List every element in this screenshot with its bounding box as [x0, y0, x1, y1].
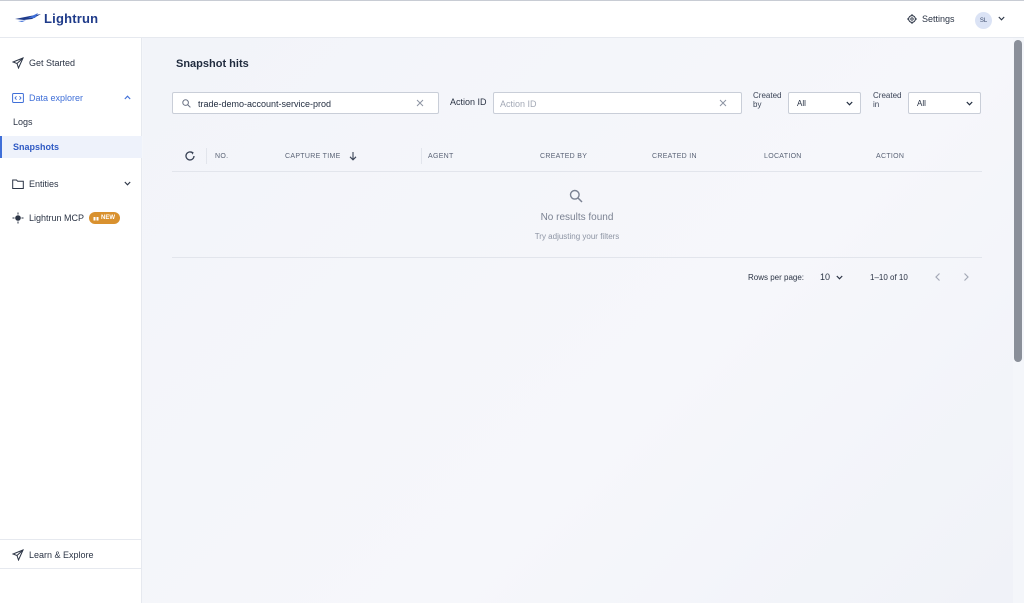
- action-id-placeholder: Action ID: [500, 99, 537, 109]
- mcp-icon: [12, 212, 24, 224]
- chevron-up-icon[interactable]: [124, 95, 131, 100]
- folder-icon: [12, 179, 24, 189]
- chevron-down-icon[interactable]: [836, 275, 843, 280]
- sidebar-item-label: Lightrun MCP: [29, 213, 85, 223]
- search-value: trade-demo-account-service-prod: [198, 99, 332, 109]
- chevron-right-icon[interactable]: [962, 272, 970, 282]
- page-title: Snapshot hits: [176, 58, 249, 70]
- chevron-down-icon[interactable]: [124, 181, 131, 186]
- top-bar: Lightrun Settings SL: [0, 0, 1024, 38]
- column-header-action[interactable]: ACTION: [876, 153, 904, 160]
- column-separator: [206, 148, 207, 164]
- avatar[interactable]: SL: [975, 12, 992, 29]
- column-header-created-in[interactable]: CREATED IN: [652, 153, 697, 160]
- action-id-label: Action ID: [450, 97, 487, 107]
- rocket-icon: [12, 549, 24, 561]
- created-in-select[interactable]: All: [908, 92, 981, 114]
- empty-state-title: No results found: [540, 212, 614, 223]
- arrow-down-icon[interactable]: [349, 151, 357, 161]
- search-icon: [182, 99, 191, 108]
- refresh-icon[interactable]: [184, 150, 196, 162]
- sidebar-item-get-started[interactable]: Get Started: [0, 52, 142, 74]
- sidebar: Get Started Data explorer Logs Snapshots…: [0, 38, 142, 603]
- chevron-down-icon[interactable]: [998, 16, 1005, 21]
- column-header-agent[interactable]: AGENT: [428, 153, 454, 160]
- lightrun-logo-icon: [15, 13, 41, 22]
- settings-button[interactable]: Settings: [907, 14, 955, 24]
- created-in-value: All: [917, 99, 926, 108]
- rocket-icon: [12, 57, 24, 69]
- empty-state-subtitle: Try adjusting your filters: [534, 232, 620, 241]
- sidebar-item-label: Get Started: [29, 58, 76, 68]
- column-separator: [421, 148, 422, 164]
- rows-per-page-label: Rows per page:: [748, 273, 805, 282]
- search-input[interactable]: trade-demo-account-service-prod: [172, 92, 439, 114]
- chevron-down-icon: [846, 101, 853, 106]
- chevron-left-icon[interactable]: [934, 272, 942, 282]
- gift-icon: [93, 215, 99, 221]
- created-by-value: All: [797, 99, 806, 108]
- brand-name: Lightrun: [44, 10, 99, 26]
- learn-explore-button[interactable]: Learn & Explore: [0, 539, 142, 569]
- column-header-capture-time[interactable]: CAPTURE TIME: [285, 153, 341, 160]
- scrollbar-thumb[interactable]: [1014, 40, 1022, 362]
- table-header: NO. CAPTURE TIME AGENT CREATED BY CREATE…: [172, 142, 982, 172]
- created-by-label: Created by: [753, 91, 782, 109]
- action-id-field[interactable]: Action ID: [493, 92, 742, 114]
- close-icon[interactable]: [416, 99, 424, 107]
- column-header-location[interactable]: LOCATION: [764, 153, 802, 160]
- empty-state: No results found Try adjusting your filt…: [172, 172, 982, 258]
- new-badge-label: NEW: [101, 215, 115, 221]
- search-icon: [569, 189, 583, 203]
- new-badge: NEW: [89, 212, 120, 224]
- sidebar-item-data-explorer[interactable]: Data explorer: [0, 87, 142, 109]
- sidebar-item-snapshots[interactable]: Snapshots: [0, 136, 142, 158]
- sidebar-item-label: Entities: [29, 179, 59, 189]
- created-in-label: Created in: [873, 91, 902, 109]
- sidebar-item-lightrun-mcp[interactable]: Lightrun MCP NEW: [0, 207, 142, 229]
- chevron-down-icon: [966, 101, 973, 106]
- sidebar-item-label: Data explorer: [29, 93, 84, 103]
- settings-label: Settings: [922, 14, 955, 24]
- main-content: Snapshot hits trade-demo-account-service…: [143, 38, 1013, 603]
- logo[interactable]: Lightrun: [14, 10, 98, 26]
- gear-icon: [907, 14, 917, 24]
- code-icon: [12, 93, 24, 103]
- sidebar-item-label: Logs: [13, 117, 33, 127]
- column-header-no[interactable]: NO.: [215, 153, 228, 160]
- rows-per-page-select[interactable]: 10: [820, 272, 830, 282]
- learn-explore-label: Learn & Explore: [29, 550, 94, 560]
- sidebar-item-entities[interactable]: Entities: [0, 173, 142, 195]
- page-range: 1–10 of 10: [870, 273, 908, 282]
- sidebar-item-logs[interactable]: Logs: [0, 111, 142, 133]
- sidebar-item-label: Snapshots: [13, 142, 60, 152]
- close-icon[interactable]: [719, 99, 727, 107]
- column-header-created-by[interactable]: CREATED BY: [540, 153, 587, 160]
- created-by-select[interactable]: All: [788, 92, 861, 114]
- pagination: Rows per page: 10 1–10 of 10: [172, 266, 982, 288]
